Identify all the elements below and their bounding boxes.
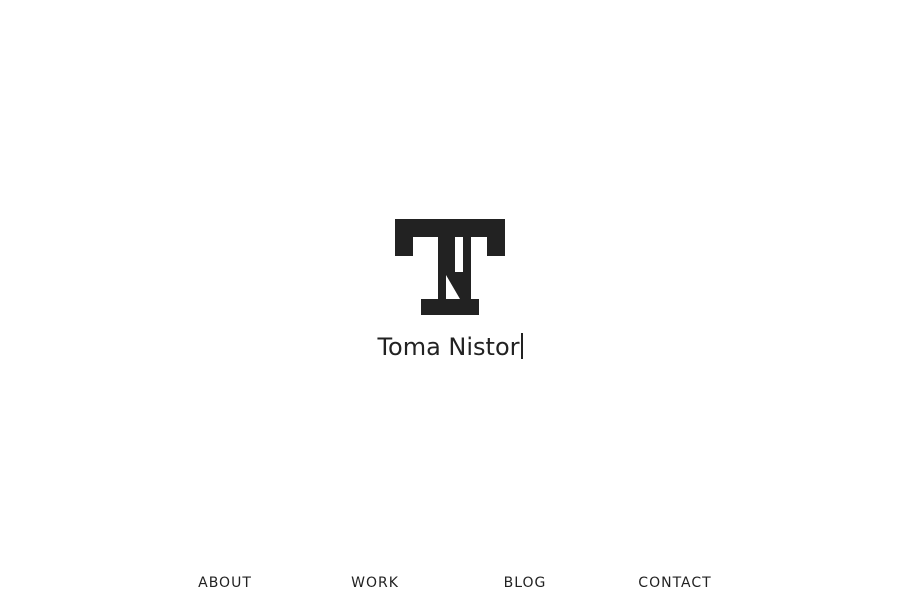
nav-about-link[interactable]: ABOUT — [198, 575, 252, 591]
nav-work-link[interactable]: WORK — [351, 575, 399, 591]
nav-contact-link[interactable]: CONTACT — [638, 575, 711, 591]
site-name-text: Toma Nistor — [377, 333, 520, 361]
nav-blog-link[interactable]: BLOG — [504, 575, 547, 591]
text-cursor — [520, 333, 523, 359]
site-name: Toma Nistor — [0, 331, 900, 363]
logo — [395, 219, 505, 315]
tn-monogram-icon — [395, 219, 505, 315]
main-nav: ABOUT WORK BLOG CONTACT — [0, 575, 900, 595]
